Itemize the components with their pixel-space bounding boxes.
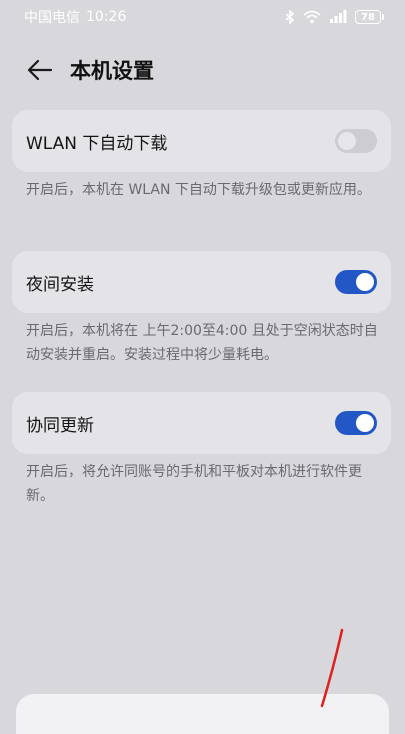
status-left: 中国电信 10:26	[24, 7, 126, 27]
setting-description: 开启后，本机在 WLAN 下自动下载升级包或更新应用。	[26, 182, 371, 198]
annotation-arrow-icon	[320, 628, 344, 708]
wlan-auto-download-toggle[interactable]	[335, 129, 377, 153]
header: 本机设置	[0, 48, 405, 92]
toggle-knob	[356, 414, 374, 432]
battery-icon: 78	[355, 10, 384, 24]
page-title: 本机设置	[70, 59, 154, 83]
setting-description: 开启后，将允许同账号的手机和平板对本机进行软件更新。	[26, 464, 362, 504]
setting-label: 夜间安装	[26, 274, 94, 295]
status-bar: 中国电信 10:26 78	[0, 0, 405, 34]
wifi-icon	[303, 10, 321, 24]
status-right: 78	[285, 10, 384, 24]
bluetooth-icon	[285, 10, 295, 24]
setting-night-install: 夜间安装	[12, 251, 391, 313]
carrier-label: 中国电信	[24, 10, 80, 26]
setting-label: 协同更新	[26, 415, 94, 436]
setting-wlan-auto-download: WLAN 下自动下载	[12, 110, 391, 172]
clock: 10:26	[86, 9, 127, 25]
setting-description: 开启后，本机将在 上午2:00至4:00 且处于空闲状态时自动安装并重启。安装过…	[26, 323, 378, 363]
signal-icon	[329, 10, 347, 24]
setting-label: WLAN 下自动下载	[26, 133, 168, 154]
back-arrow-icon[interactable]	[20, 50, 60, 90]
night-install-toggle[interactable]	[335, 270, 377, 294]
toggle-knob	[356, 273, 374, 291]
setting-collaborative-update: 协同更新	[12, 392, 391, 454]
toggle-knob	[338, 132, 356, 150]
collaborative-update-toggle[interactable]	[335, 411, 377, 435]
